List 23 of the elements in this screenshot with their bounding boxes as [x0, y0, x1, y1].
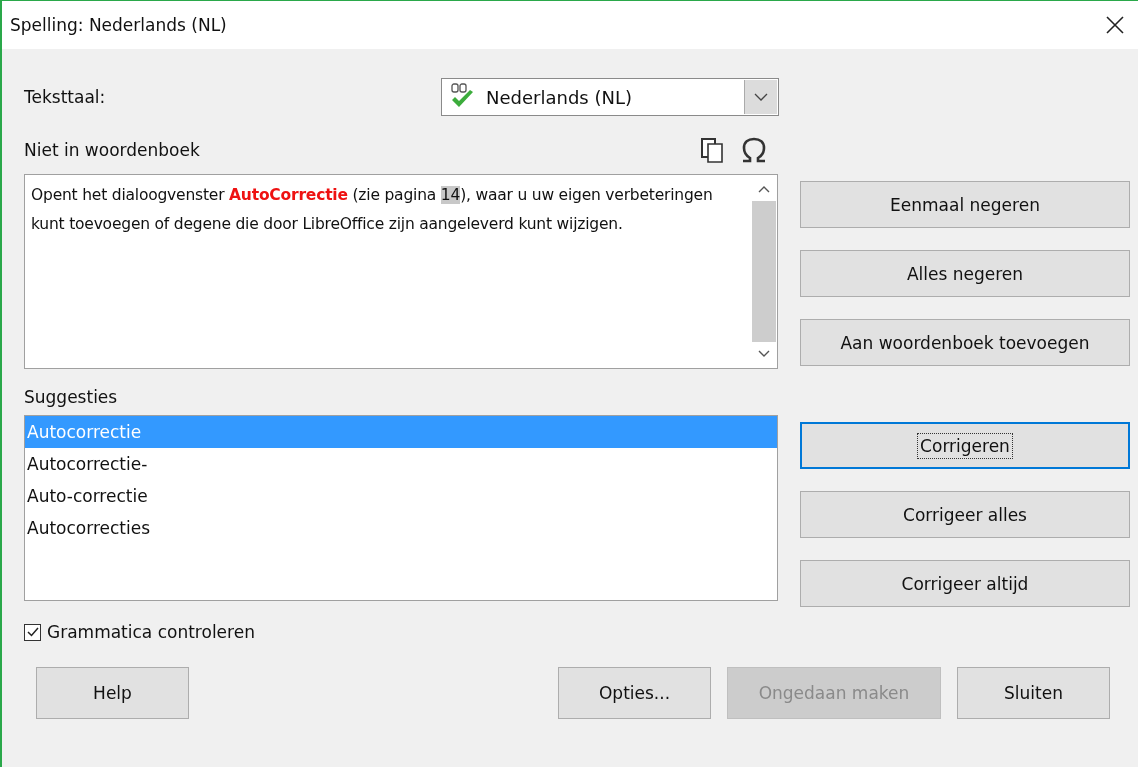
- action-button[interactable]: Aan woordenboek toevoegen: [800, 319, 1130, 366]
- dialog-button[interactable]: Opties...: [558, 667, 711, 719]
- suggestion-item[interactable]: Auto-correctie: [25, 480, 777, 512]
- not-in-dictionary-label: Niet in woordenboek: [24, 140, 200, 160]
- close-icon: [1106, 16, 1124, 34]
- window-title: Spelling: Nederlands (NL): [10, 15, 227, 35]
- action-button[interactable]: Alles negeren: [800, 250, 1130, 297]
- suggestion-item[interactable]: Autocorrecties: [25, 512, 777, 544]
- scroll-up-icon: [758, 185, 770, 193]
- scroll-down-icon: [758, 350, 770, 358]
- action-button[interactable]: Corrigeer altijd: [800, 560, 1130, 607]
- chevron-down-icon: [754, 93, 768, 101]
- language-dropdown[interactable]: Nederlands (NL): [441, 78, 779, 116]
- suggestion-item[interactable]: Autocorrectie-: [25, 448, 777, 480]
- action-button[interactable]: Corrigeren: [800, 422, 1130, 469]
- suggestions-label: Suggesties: [24, 387, 119, 407]
- action-button[interactable]: Eenmaal negeren: [800, 181, 1130, 228]
- checkbox[interactable]: [24, 623, 41, 641]
- dialog-button[interactable]: Sluiten: [957, 667, 1110, 719]
- language-label: Teksttaal:: [24, 87, 106, 107]
- action-button[interactable]: Corrigeer alles: [800, 491, 1130, 538]
- grammar-check-label: Grammatica controleren: [47, 622, 255, 642]
- help-button[interactable]: Help: [36, 667, 189, 719]
